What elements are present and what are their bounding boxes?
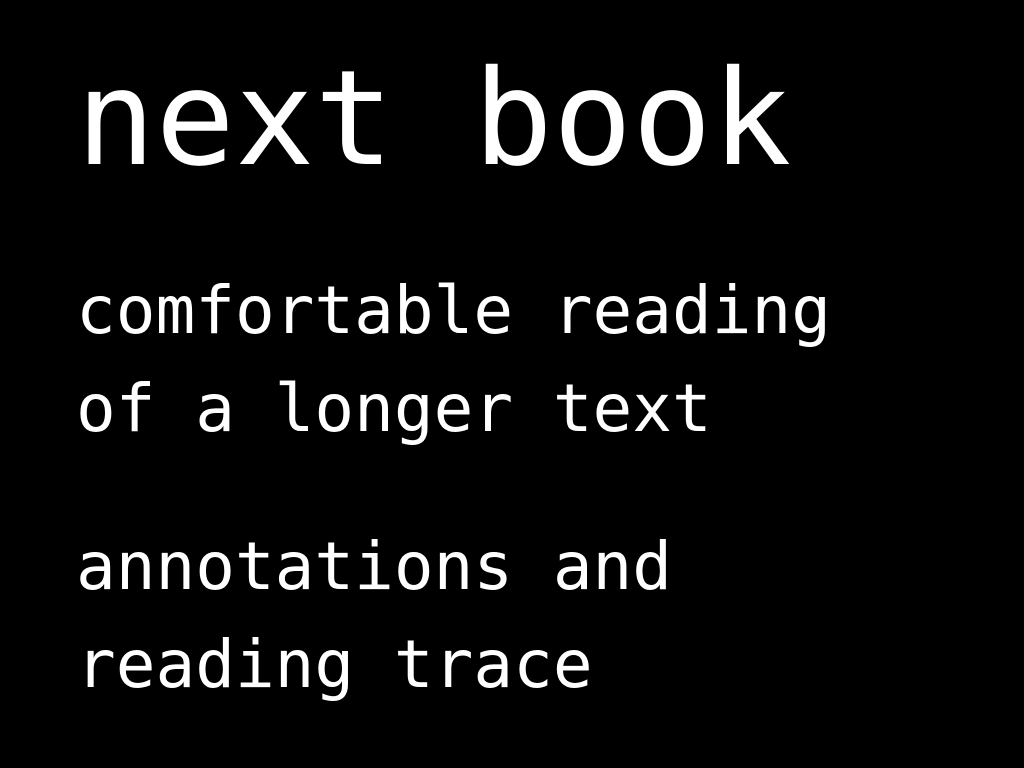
slide-heading: next book [76,42,792,196]
point-1-line-1: comfortable reading [76,272,831,349]
point-2-line-1: annotations and [76,528,673,605]
point-2-line-2: reading trace [76,626,593,703]
slide: next book comfortable reading of a longe… [0,0,1024,768]
point-1-line-2: of a longer text [76,370,712,447]
